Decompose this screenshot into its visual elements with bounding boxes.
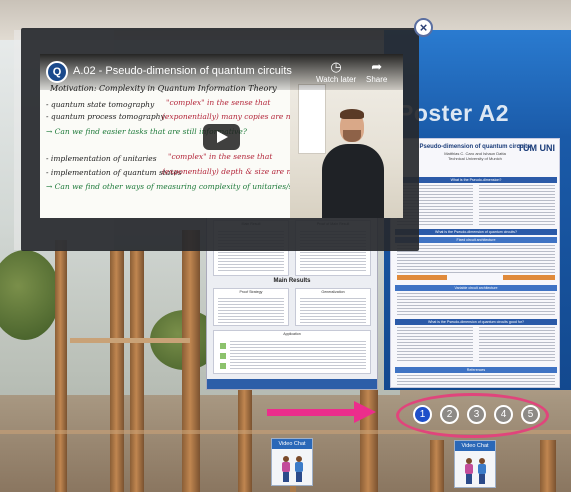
play-button[interactable] xyxy=(203,124,240,150)
video-title[interactable]: A.02 - Pseudo-dimension of quantum circu… xyxy=(73,65,292,77)
poster-box-text xyxy=(218,298,284,324)
main-results-heading: Main Results xyxy=(273,278,311,284)
page-button-1[interactable]: 1 xyxy=(413,405,432,424)
avatar-figure xyxy=(281,456,291,482)
watch-later-button[interactable]: ◷ Watch later xyxy=(316,58,356,84)
whiteboard-line: - quantum state tomography xyxy=(46,100,155,109)
wooden-pillar xyxy=(110,250,124,492)
poster-text-block xyxy=(479,327,555,363)
wooden-pillar xyxy=(540,440,556,492)
poster-text-block xyxy=(397,245,555,273)
whiteboard-line: "complex" in the sense that xyxy=(168,152,273,161)
speaker-hair xyxy=(340,109,364,119)
poster-box-label: Generalization xyxy=(321,290,345,294)
video-chat-stand[interactable]: Video Chat xyxy=(454,440,496,488)
avatar-figure xyxy=(477,458,487,484)
share-label: Share xyxy=(366,75,388,84)
video-chat-stand[interactable]: Video Chat xyxy=(271,438,313,486)
speaker-beard xyxy=(343,130,361,142)
university-logo: TUM UNI xyxy=(517,143,556,153)
page-button-3[interactable]: 3 xyxy=(467,405,486,424)
poster-section-bar: What is the Pseudo-dimension? xyxy=(395,177,557,183)
video-chat-label: Video Chat xyxy=(272,439,312,449)
poster-box: Application xyxy=(213,330,371,374)
clock-icon: ◷ xyxy=(330,59,342,74)
wooden-pillar xyxy=(55,240,67,492)
page-button-5[interactable]: 5 xyxy=(521,405,540,424)
close-button[interactable]: × xyxy=(414,18,433,37)
youtube-video-player[interactable]: Motivation: Complexity in Quantum Inform… xyxy=(40,54,403,218)
channel-avatar[interactable]: Q xyxy=(46,61,68,83)
whiteboard-line: "complex" in the sense that xyxy=(166,98,271,107)
poster-text-block xyxy=(479,185,555,225)
page-button-4[interactable]: 4 xyxy=(494,405,513,424)
poster-box-label: Proof Strategy xyxy=(239,290,263,294)
avatar-figure xyxy=(294,456,304,482)
poster-bullet xyxy=(220,353,226,359)
page-button-2[interactable]: 2 xyxy=(440,405,459,424)
video-chat-label: Video Chat xyxy=(455,441,495,451)
background-whiteboard xyxy=(298,84,326,154)
whiteboard-line: - quantum process tomography xyxy=(46,112,165,121)
wooden-pillar xyxy=(430,440,444,492)
poster-box-label: Application xyxy=(283,332,301,336)
poster-bullet xyxy=(220,343,226,349)
whiteboard-line: → Can we find other ways of measuring co… xyxy=(46,182,316,191)
poster-text-block xyxy=(397,327,473,363)
share-button[interactable]: ➦ Share xyxy=(366,58,387,84)
speaker-body xyxy=(322,144,384,218)
poster-box-text xyxy=(230,341,366,371)
wooden-pillar xyxy=(182,230,200,492)
poster-section-bar: What is the Pseudo-dimension of quantum … xyxy=(395,319,557,325)
wooden-pillar xyxy=(238,390,252,492)
railing xyxy=(70,338,190,343)
poster-highlight xyxy=(397,275,447,280)
whiteboard-line: - implementation of unitaries xyxy=(46,154,157,163)
poster-section-bar: References xyxy=(395,367,557,373)
poster-box-text xyxy=(300,298,366,324)
poster-box: Proof Strategy xyxy=(213,288,289,326)
share-arrow-icon: ➦ xyxy=(371,59,383,74)
stand-post xyxy=(290,486,296,492)
video-top-bar: Q A.02 - Pseudo-dimension of quantum cir… xyxy=(40,54,403,90)
poster-bullet xyxy=(220,363,226,369)
avatar-figure xyxy=(464,458,474,484)
watch-later-label: Watch later xyxy=(316,75,357,84)
poster-section-bar: What is the Pseudo-dimension of quantum … xyxy=(395,229,557,235)
poster-box: Generalization xyxy=(295,288,371,326)
poster-section-bar: Variable circuit architecture xyxy=(395,285,557,291)
wooden-pillar xyxy=(130,250,144,492)
annotation-arrow-head-icon xyxy=(354,401,376,423)
poster-text-block xyxy=(397,375,555,387)
poster-section-bar: Fixed circuit architecture xyxy=(395,237,557,243)
annotation-arrow-shaft xyxy=(267,409,357,416)
poster-footer-bar xyxy=(207,379,377,389)
poster-highlight xyxy=(503,275,555,280)
poster-text-block xyxy=(397,293,555,315)
